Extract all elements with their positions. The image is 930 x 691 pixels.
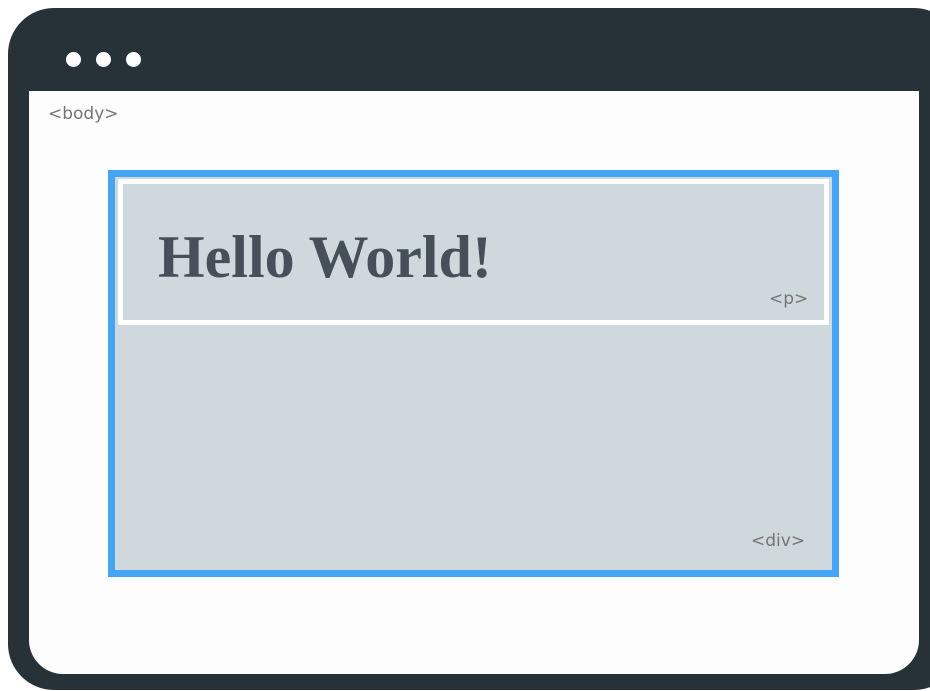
window-dot-icon bbox=[66, 52, 81, 67]
window-dot-icon bbox=[96, 52, 111, 67]
div-tag-label: <div> bbox=[751, 531, 806, 551]
window-controls bbox=[66, 52, 141, 67]
paragraph-text: Hello World! bbox=[158, 224, 492, 290]
window-dot-icon bbox=[126, 52, 141, 67]
body-tag-label: <body> bbox=[48, 104, 119, 124]
p-tag-label: <p> bbox=[769, 289, 809, 309]
diagram-canvas: <body> Hello World! <p> <div> bbox=[0, 0, 930, 691]
